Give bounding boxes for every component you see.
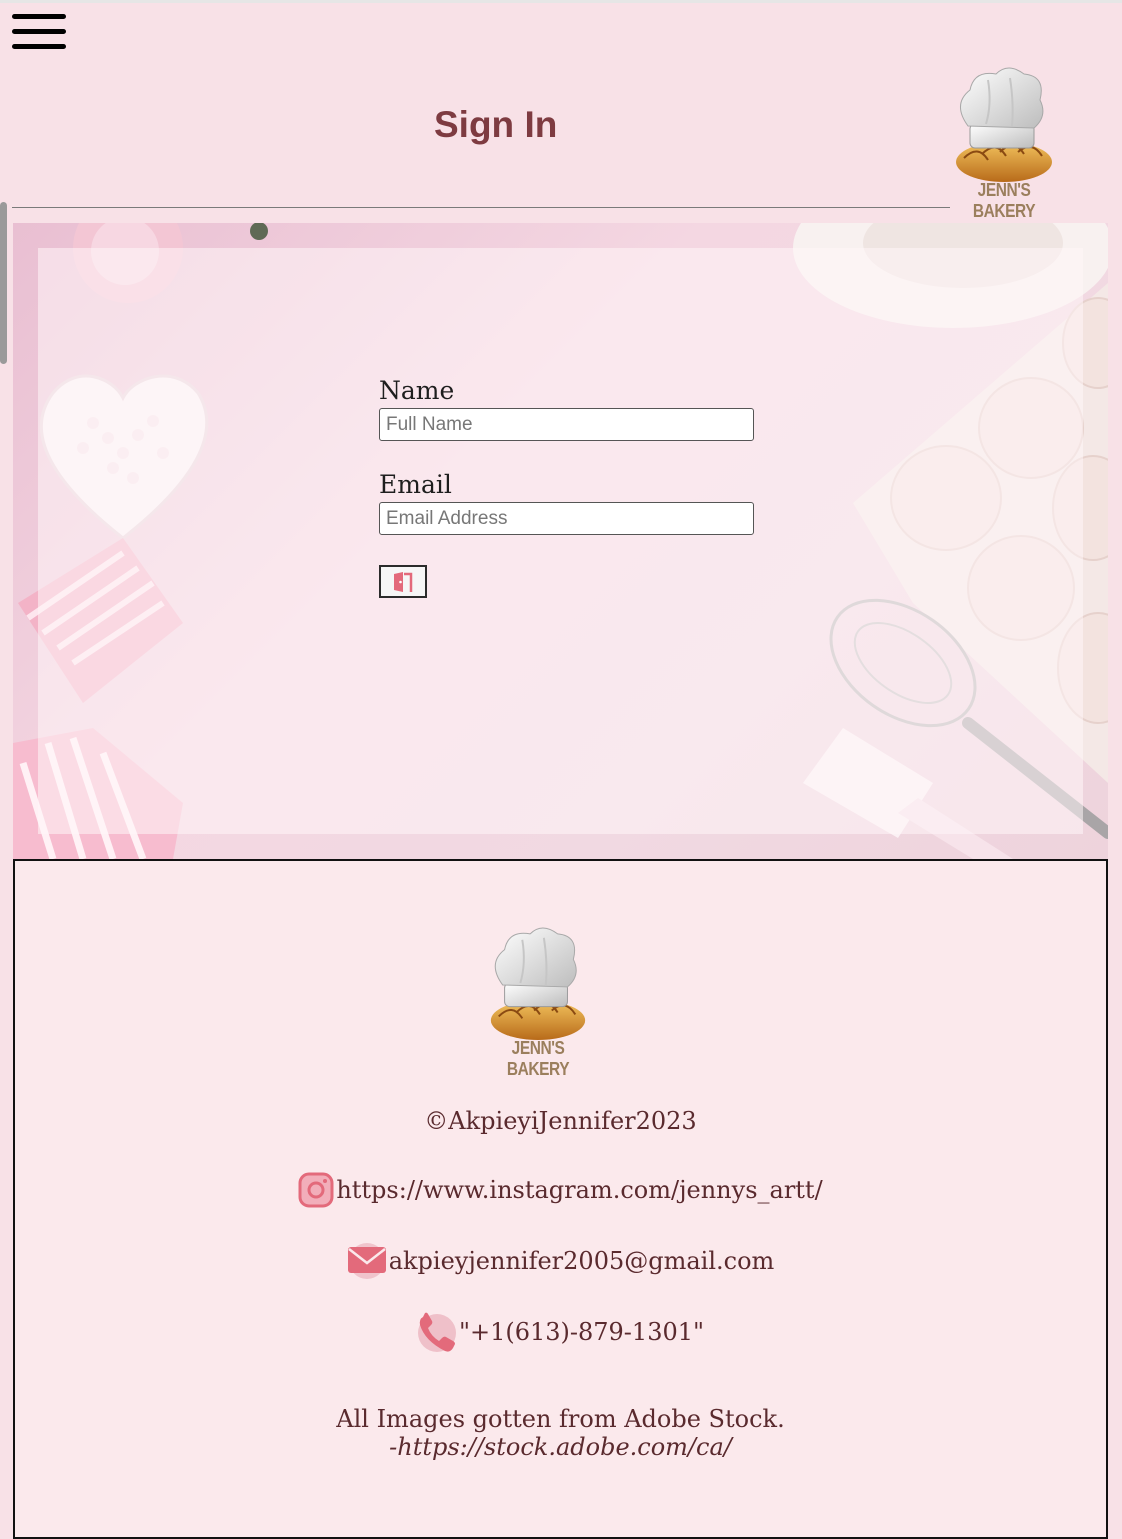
header-divider: [12, 207, 950, 208]
email-label: Email: [379, 470, 452, 499]
instagram-link-row[interactable]: https://www.instagram.com/jennys_artt/: [15, 1171, 1106, 1209]
hero-banner: Name Email: [13, 223, 1108, 859]
hamburger-menu-icon[interactable]: [12, 14, 66, 52]
bakery-logo: JENN'S BAKERY: [948, 64, 1060, 221]
chef-hat-bread-icon: [490, 927, 586, 1040]
footer-logo: JENN'S BAKERY: [483, 923, 593, 1079]
name-input[interactable]: [379, 408, 754, 441]
phone-icon: [417, 1312, 456, 1352]
credits-link[interactable]: -https://stock.adobe.com/ca/: [15, 1433, 1106, 1461]
logo-text: JENN'S BAKERY: [972, 180, 1036, 221]
sign-in-form: Name Email: [379, 376, 759, 598]
page-title: Sign In: [434, 104, 558, 145]
envelope-icon: [347, 1243, 386, 1279]
door-enter-icon: [394, 571, 413, 592]
name-label: Name: [379, 376, 455, 405]
image-credits: All Images gotten from Adobe Stock. -htt…: [15, 1405, 1106, 1461]
footer: JENN'S BAKERY ©AkpieyiJennifer2023 https…: [13, 859, 1108, 1539]
instagram-link[interactable]: https://www.instagram.com/jennys_artt/: [336, 1176, 822, 1204]
footer-logo-text: JENN'S BAKERY: [506, 1038, 570, 1079]
credits-text: All Images gotten from Adobe Stock.: [336, 1405, 785, 1433]
phone-number[interactable]: "+1(613)-879-1301": [459, 1318, 704, 1346]
top-border: [0, 0, 1122, 3]
email-input[interactable]: [379, 502, 754, 535]
sign-in-submit-button[interactable]: [379, 565, 427, 598]
instagram-icon: [298, 1172, 334, 1208]
email-link-row[interactable]: akpieyjennifer2005@gmail.com: [15, 1241, 1106, 1281]
chef-hat-bread-icon: [956, 67, 1052, 182]
scrollbar-thumb[interactable]: [0, 202, 7, 364]
phone-link-row[interactable]: "+1(613)-879-1301": [15, 1311, 1106, 1353]
copyright-text: ©AkpieyiJennifer2023: [424, 1107, 697, 1135]
email-link[interactable]: akpieyjennifer2005@gmail.com: [389, 1247, 775, 1275]
